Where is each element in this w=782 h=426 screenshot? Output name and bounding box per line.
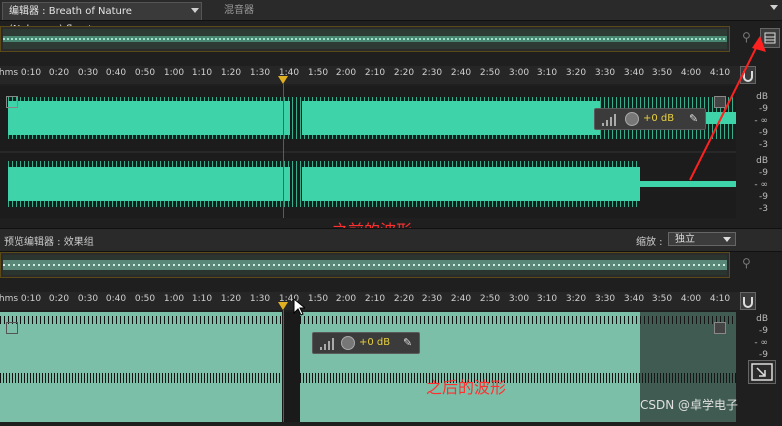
ruler-label: 1:30: [249, 68, 271, 78]
ruler-label: 0:20: [48, 68, 70, 78]
ruler-label: 0:30: [77, 294, 99, 304]
ruler-label: 3:30: [594, 294, 616, 304]
ruler-label: 4:10: [709, 294, 731, 304]
ruler-label: 2:50: [479, 294, 501, 304]
overview-waveform-top[interactable]: [0, 26, 730, 52]
ruler-label: 1:10: [191, 294, 213, 304]
gain-hud-bottom[interactable]: +0 dB ✎: [312, 332, 420, 354]
ruler-label: 1:20: [220, 294, 242, 304]
ruler-label: 0:40: [105, 294, 127, 304]
volume-bars-icon: [602, 114, 616, 126]
annotation-after: 之后的波形: [426, 378, 507, 397]
overview-waveform-bottom[interactable]: [0, 252, 730, 278]
tab-editor[interactable]: 编辑器 : Breath of Nature (Nakoruru).flac *: [2, 2, 202, 35]
ruler-label: 2:10: [364, 294, 386, 304]
tab-mixer[interactable]: 混音器: [218, 2, 278, 20]
ruler-label: 0:40: [105, 68, 127, 78]
pin-icon[interactable]: ✎: [403, 336, 412, 349]
expand-arrow-icon: [751, 363, 773, 381]
db-label: -9: [759, 350, 768, 360]
resize-icon-bottom[interactable]: [714, 322, 726, 334]
ruler-label: 3:50: [651, 294, 673, 304]
ruler-label: 0:50: [134, 294, 156, 304]
ruler-label: 0:50: [134, 68, 156, 78]
ruler-label: 2:20: [393, 294, 415, 304]
ruler-label: 3:40: [623, 68, 645, 78]
snap-button-bottom[interactable]: [740, 292, 756, 310]
ruler-label: 3:20: [565, 294, 587, 304]
ruler-label: 2:50: [479, 68, 501, 78]
zoom-icon-bottom[interactable]: ⚲: [742, 256, 756, 270]
ruler-label: 3:20: [565, 68, 587, 78]
time-ruler-bottom[interactable]: hms 0:10 0:20 0:30 0:40 0:50 1:00 1:10 1…: [0, 292, 740, 310]
chevron-down-icon[interactable]: [191, 8, 199, 13]
playhead-line-top: [283, 84, 284, 218]
volume-bars-icon: [320, 338, 334, 350]
ruler-label: 4:00: [680, 294, 702, 304]
ruler-label: 2:00: [335, 68, 357, 78]
time-ruler-top[interactable]: hms 0:10 0:20 0:30 0:40 0:50 1:00 1:10 1…: [0, 66, 740, 84]
zoom-select[interactable]: 独立: [668, 232, 736, 246]
ruler-label: hms 0:10: [0, 68, 42, 78]
gain-value-top: +0 dB: [643, 113, 675, 124]
db-label: -9: [759, 192, 768, 202]
ruler-label: 2:00: [335, 294, 357, 304]
overview-waveform-top-graphic: [3, 29, 727, 49]
db-label: dB: [756, 314, 768, 324]
panel-menu-chevron-icon[interactable]: [770, 5, 778, 10]
ruler-label: 2:40: [450, 294, 472, 304]
editor-tab-bar: 编辑器 : Breath of Nature (Nakoruru).flac *…: [0, 0, 782, 35]
mouse-cursor-icon: [293, 298, 305, 316]
ruler-label: 1:20: [220, 68, 242, 78]
ruler-label: 2:30: [421, 294, 443, 304]
ruler-label: 2:10: [364, 68, 386, 78]
ruler-label: 0:20: [48, 294, 70, 304]
zoom-select-value: 独立: [675, 234, 695, 245]
ruler-label: 1:00: [163, 294, 185, 304]
ruler-label: 2:30: [421, 68, 443, 78]
ruler-label: 3:30: [594, 68, 616, 78]
db-label: - ∞: [754, 338, 768, 348]
watermark: CSDN @卓学电子: [640, 398, 739, 412]
red-arrow-annotation: [689, 36, 766, 181]
playhead-line-bottom: [283, 310, 284, 422]
ruler-label: 3:40: [623, 294, 645, 304]
ruler-label: 1:30: [249, 294, 271, 304]
waveform-track-top[interactable]: [0, 86, 736, 218]
channel-1-toggle[interactable]: [6, 96, 18, 108]
gain-knob-top[interactable]: [625, 112, 639, 126]
ruler-label: 3:50: [651, 68, 673, 78]
ruler-label: 1:50: [307, 68, 329, 78]
preview-editor-label: 预览编辑器 : 效果组: [4, 237, 94, 248]
ruler-label: hms 0:10: [0, 294, 42, 304]
tab-mixer-label: 混音器: [224, 5, 254, 16]
gain-knob-bottom[interactable]: [341, 336, 355, 350]
chevron-down-icon: [723, 237, 731, 242]
zoom-label: 缩放 :: [636, 237, 663, 248]
ruler-label: 3:10: [536, 68, 558, 78]
playhead-marker-bottom[interactable]: [278, 302, 288, 310]
db-label: -9: [759, 326, 768, 336]
playhead-marker-top[interactable]: [278, 76, 288, 84]
ruler-label: 0:30: [77, 68, 99, 78]
magnet-icon: [743, 297, 753, 308]
channel-toggle-bottom[interactable]: [6, 322, 18, 334]
fit-view-button[interactable]: [748, 360, 776, 384]
ruler-label: 1:50: [307, 294, 329, 304]
ruler-label: 2:40: [450, 68, 472, 78]
ruler-label: 2:20: [393, 68, 415, 78]
waveform-track-bottom[interactable]: [0, 312, 736, 422]
ruler-label: 1:10: [191, 68, 213, 78]
ruler-label: 1:00: [163, 68, 185, 78]
ruler-label: 3:00: [508, 68, 530, 78]
overview-waveform-bottom-graphic: [3, 255, 727, 275]
ruler-label: 3:00: [508, 294, 530, 304]
preview-editor-bar: 预览编辑器 : 效果组 缩放 : 独立: [0, 228, 782, 252]
gain-value-bottom: +0 dB: [359, 337, 391, 348]
ruler-label: 3:10: [536, 294, 558, 304]
waveform-top-graphic: [0, 97, 736, 207]
db-label: -3: [759, 204, 768, 214]
waveform-bottom-graphic: [0, 312, 736, 422]
